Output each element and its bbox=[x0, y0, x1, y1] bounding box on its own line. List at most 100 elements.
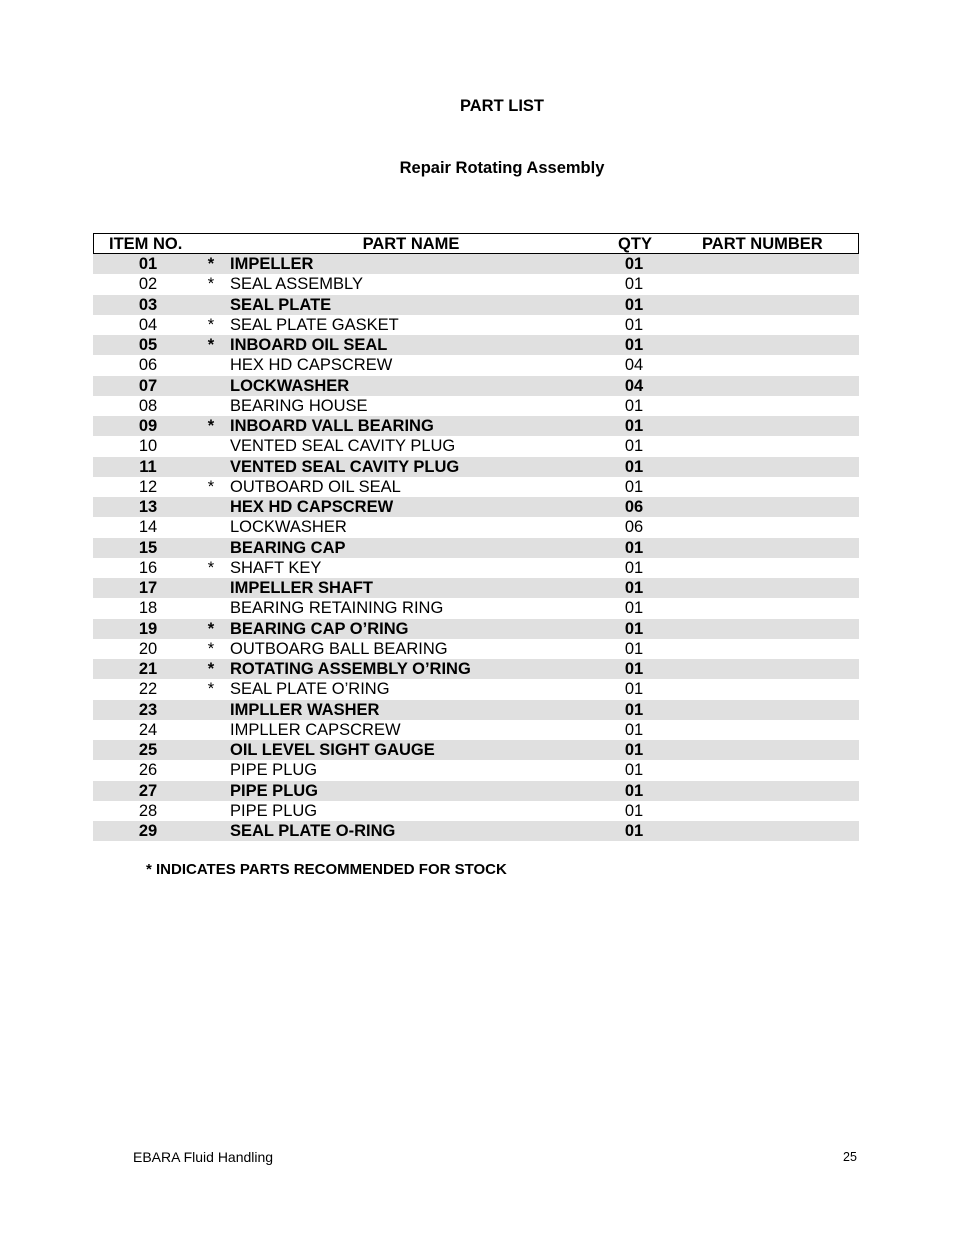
part-name: SEAL PLATE O’RING bbox=[230, 680, 390, 699]
item-no: 02 bbox=[138, 275, 158, 294]
part-name: VENTED SEAL CAVITY PLUG bbox=[230, 457, 460, 476]
part-name: VENTED SEAL CAVITY PLUG bbox=[230, 437, 456, 456]
item-no: 05 bbox=[138, 336, 158, 354]
table-row: 22 * SEAL PLATE O’RING 01 bbox=[93, 679, 859, 699]
footer-company: EBARA Fluid Handling bbox=[133, 1149, 274, 1165]
part-name: IMPLLER WASHER bbox=[230, 700, 380, 719]
page-title: PART LIST bbox=[459, 97, 545, 115]
item-no: 21 bbox=[138, 660, 158, 678]
item-no: 19 bbox=[138, 619, 158, 638]
part-name: PIPE PLUG bbox=[230, 761, 318, 780]
qty: 01 bbox=[624, 417, 644, 435]
table-row: 01 * IMPELLER 01 bbox=[93, 254, 859, 275]
part-name: BEARING RETAINING RING bbox=[230, 599, 444, 618]
table-row: 15 BEARING CAP 01 bbox=[93, 537, 859, 558]
header-qty: QTY bbox=[618, 235, 652, 253]
stock-note: * INDICATES PARTS RECOMMENDED FOR STOCK bbox=[146, 861, 507, 878]
stock-marker: * bbox=[207, 315, 215, 334]
table-row: 13 HEX HD CAPSCREW 06 bbox=[93, 497, 859, 518]
stock-marker: * bbox=[207, 336, 215, 354]
table-row: 26 PIPE PLUG 01 bbox=[93, 760, 859, 780]
item-no: 12 bbox=[138, 477, 158, 496]
item-no: 16 bbox=[138, 558, 158, 577]
table-row: 21 * ROTATING ASSEMBLY O’RING 01 bbox=[93, 659, 859, 680]
item-no: 15 bbox=[138, 538, 158, 557]
qty: 06 bbox=[624, 498, 644, 516]
table-row: 05 * INBOARD OIL SEAL 01 bbox=[93, 335, 859, 356]
page-number: 25 bbox=[843, 1150, 857, 1164]
qty: 01 bbox=[624, 437, 644, 456]
item-no: 20 bbox=[138, 639, 158, 658]
table-row: 25 OIL LEVEL SIGHT GAUGE 01 bbox=[93, 740, 859, 761]
stock-marker: * bbox=[207, 660, 215, 678]
part-name: BEARING CAP bbox=[230, 538, 346, 557]
qty: 01 bbox=[624, 700, 644, 719]
part-name: IMPLLER CAPSCREW bbox=[230, 720, 401, 739]
table-row: 28 PIPE PLUG 01 bbox=[93, 801, 859, 821]
table-header: ITEM NO. PART NAME QTY PART NUMBER bbox=[93, 233, 859, 254]
qty: 01 bbox=[624, 336, 644, 354]
part-name: HEX HD CAPSCREW bbox=[230, 356, 393, 375]
item-no: 29 bbox=[138, 822, 158, 840]
part-name: ROTATING ASSEMBLY O’RING bbox=[230, 660, 471, 678]
part-name: SEAL PLATE bbox=[230, 295, 332, 314]
item-no: 14 bbox=[138, 518, 158, 537]
qty: 01 bbox=[624, 680, 644, 699]
part-name: LOCKWASHER bbox=[230, 376, 350, 395]
part-name: BEARING HOUSE bbox=[230, 396, 368, 415]
table-row: 03 SEAL PLATE 01 bbox=[93, 294, 859, 315]
stock-marker: * bbox=[207, 680, 215, 699]
item-no: 10 bbox=[138, 437, 158, 456]
part-name: SEAL ASSEMBLY bbox=[230, 275, 363, 294]
item-no: 04 bbox=[138, 315, 158, 334]
part-name: OUTBOARG BALL BEARING bbox=[230, 639, 448, 658]
qty: 01 bbox=[624, 538, 644, 557]
qty: 01 bbox=[624, 781, 644, 800]
header-part-number: PART NUMBER bbox=[702, 235, 823, 253]
stock-marker: * bbox=[207, 275, 215, 294]
item-no: 06 bbox=[138, 356, 158, 375]
qty: 01 bbox=[624, 315, 644, 334]
qty: 01 bbox=[624, 619, 644, 638]
page-subtitle: Repair Rotating Assembly bbox=[399, 159, 605, 177]
stock-marker: * bbox=[207, 477, 215, 496]
item-no: 13 bbox=[138, 498, 158, 516]
qty: 01 bbox=[624, 275, 644, 294]
qty: 01 bbox=[624, 720, 644, 739]
qty: 04 bbox=[624, 376, 644, 395]
table-row: 02 * SEAL ASSEMBLY 01 bbox=[93, 274, 859, 294]
table-row: 10 VENTED SEAL CAVITY PLUG 01 bbox=[93, 436, 859, 456]
qty: 01 bbox=[624, 822, 644, 840]
table-row: 14 LOCKWASHER 06 bbox=[93, 517, 859, 537]
qty: 06 bbox=[624, 518, 644, 537]
item-no: 22 bbox=[138, 680, 158, 699]
table-row: 29 SEAL PLATE O-RING 01 bbox=[93, 821, 859, 842]
stock-marker: * bbox=[207, 417, 215, 435]
part-name: PIPE PLUG bbox=[230, 801, 318, 820]
table-row: 06 HEX HD CAPSCREW 04 bbox=[93, 355, 859, 375]
stock-marker: * bbox=[207, 639, 215, 658]
stock-marker: * bbox=[207, 255, 215, 273]
item-no: 01 bbox=[138, 255, 158, 273]
table-row: 11 VENTED SEAL CAVITY PLUG 01 bbox=[93, 456, 859, 477]
item-no: 11 bbox=[139, 457, 157, 476]
table-row: 23 IMPLLER WASHER 01 bbox=[93, 699, 859, 720]
qty: 01 bbox=[624, 255, 644, 273]
item-no: 08 bbox=[138, 396, 158, 415]
part-name: SEAL PLATE GASKET bbox=[230, 315, 399, 334]
part-name: IMPELLER bbox=[230, 255, 314, 273]
qty: 04 bbox=[624, 356, 644, 375]
qty: 01 bbox=[624, 761, 644, 780]
part-name: INBOARD VALL BEARING bbox=[230, 417, 434, 435]
part-name: HEX HD CAPSCREW bbox=[230, 498, 394, 516]
table-row: 20 * OUTBOARG BALL BEARING 01 bbox=[93, 639, 859, 659]
table-row: 27 PIPE PLUG 01 bbox=[93, 780, 859, 801]
part-name: LOCKWASHER bbox=[230, 518, 347, 537]
part-name: OUTBOARD OIL SEAL bbox=[230, 477, 401, 496]
stock-marker: * bbox=[207, 619, 215, 638]
qty: 01 bbox=[624, 457, 644, 476]
qty: 01 bbox=[624, 660, 644, 678]
table-row: 09 * INBOARD VALL BEARING 01 bbox=[93, 416, 859, 437]
stock-marker: * bbox=[207, 558, 215, 577]
item-no: 27 bbox=[138, 781, 158, 800]
